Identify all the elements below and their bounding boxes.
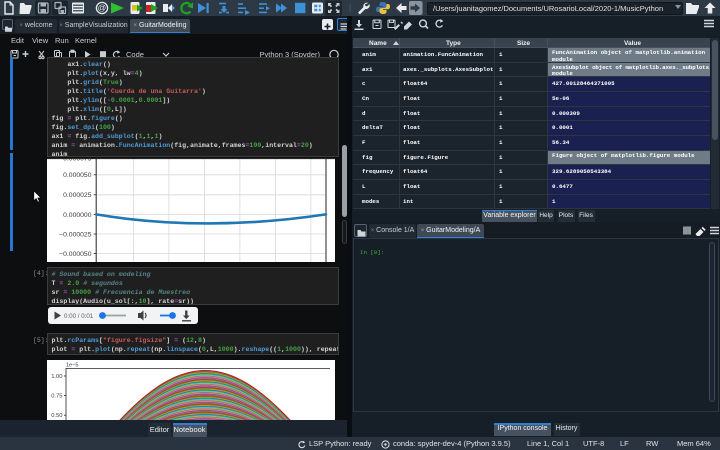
svg-text:0:00 / 0:01: 0:00 / 0:01 <box>64 313 94 320</box>
svg-text:0.000075: 0.000075 <box>63 158 92 163</box>
svg-text:0.000025: 0.000025 <box>63 192 92 199</box>
svg-text:1.00: 1.00 <box>51 374 62 380</box>
svg-text:0.50: 0.50 <box>51 413 62 419</box>
svg-text:0.000050: 0.000050 <box>63 172 92 179</box>
svg-text:@: @ <box>98 3 107 13</box>
svg-text:1e−5: 1e−5 <box>66 362 78 368</box>
svg-text:0.75: 0.75 <box>51 393 62 399</box>
svg-text:0.000000: 0.000000 <box>63 212 92 219</box>
svg-text:−0.000025: −0.000025 <box>59 231 92 238</box>
svg-text:−0.000050: −0.000050 <box>59 251 92 258</box>
